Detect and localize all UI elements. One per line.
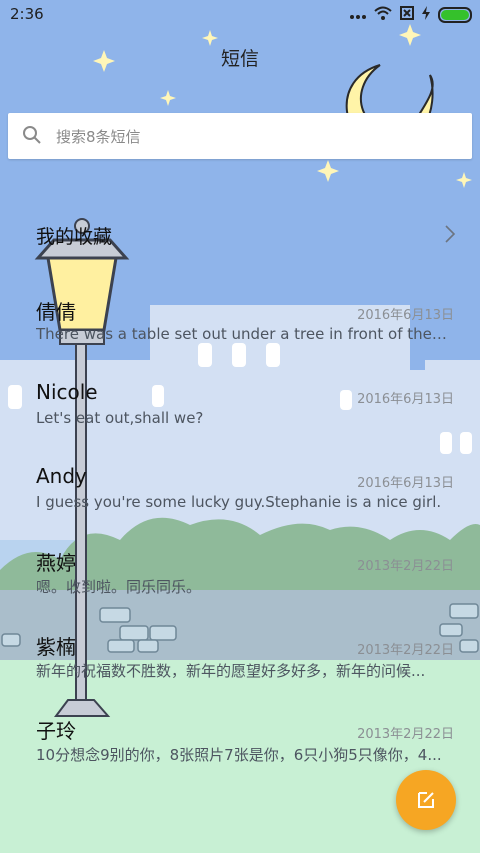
message-preview: Let's eat out,shall we? bbox=[36, 409, 204, 427]
no-sim-icon bbox=[400, 6, 414, 24]
chevron-right-icon bbox=[444, 224, 456, 248]
message-date: 2013年2月22日 bbox=[357, 559, 454, 574]
message-preview: There was a table set out under a tree i… bbox=[36, 325, 451, 343]
message-item[interactable]: 紫楠 2013年2月22日 新年的祝福数不胜数，新年的愿望好多好多，新年的问候.… bbox=[36, 631, 454, 691]
status-time: 2:36 bbox=[10, 5, 44, 23]
battery-icon bbox=[438, 7, 472, 23]
search-input[interactable] bbox=[54, 113, 458, 161]
contact-name: 燕婷 bbox=[36, 551, 76, 575]
search-icon bbox=[22, 125, 42, 149]
message-item[interactable]: Nicole 2016年6月13日 Let's eat out,shall we… bbox=[36, 380, 454, 440]
contact-name: 子玲 bbox=[36, 719, 76, 743]
contact-name: 倩倩 bbox=[36, 300, 76, 324]
message-preview: 新年的祝福数不胜数，新年的愿望好多好多，新年的问候... bbox=[36, 662, 426, 680]
message-date: 2016年6月13日 bbox=[357, 308, 454, 323]
message-preview: 嗯。收到啦。同乐同乐。 bbox=[36, 578, 202, 596]
message-date: 2016年6月13日 bbox=[357, 476, 454, 491]
charging-icon bbox=[422, 6, 430, 24]
contact-name: Nicole bbox=[36, 380, 98, 404]
message-item[interactable]: 燕婷 2013年2月22日 嗯。收到啦。同乐同乐。 bbox=[36, 547, 454, 607]
message-date: 2013年2月22日 bbox=[357, 727, 454, 742]
favorites-row[interactable]: 我的收藏 bbox=[36, 222, 456, 248]
more-dots-icon bbox=[350, 6, 366, 24]
compose-button[interactable] bbox=[396, 770, 456, 830]
message-item[interactable]: Andy 2016年6月13日 I guess you're some luck… bbox=[36, 464, 454, 524]
contact-name: Andy bbox=[36, 464, 87, 488]
message-date: 2016年6月13日 bbox=[357, 392, 454, 407]
search-bar[interactable] bbox=[8, 113, 472, 161]
message-date: 2013年2月22日 bbox=[357, 643, 454, 658]
wifi-icon bbox=[374, 6, 392, 24]
status-bar: 2:36 bbox=[0, 0, 480, 28]
message-item[interactable]: 子玲 2013年2月22日 10分想念9别的你，8张照片7张是你，6只小狗5只像… bbox=[36, 715, 454, 775]
page-title: 短信 bbox=[220, 48, 259, 70]
favorites-label: 我的收藏 bbox=[36, 226, 113, 248]
message-preview: 10分想念9别的你，8张照片7张是你，6只小狗5只像你，4... bbox=[36, 746, 442, 764]
message-preview: I guess you're some lucky guy.Stephanie … bbox=[36, 493, 442, 511]
contact-name: 紫楠 bbox=[36, 635, 76, 659]
message-item[interactable]: 倩倩 2016年6月13日 There was a table set out … bbox=[36, 296, 454, 356]
